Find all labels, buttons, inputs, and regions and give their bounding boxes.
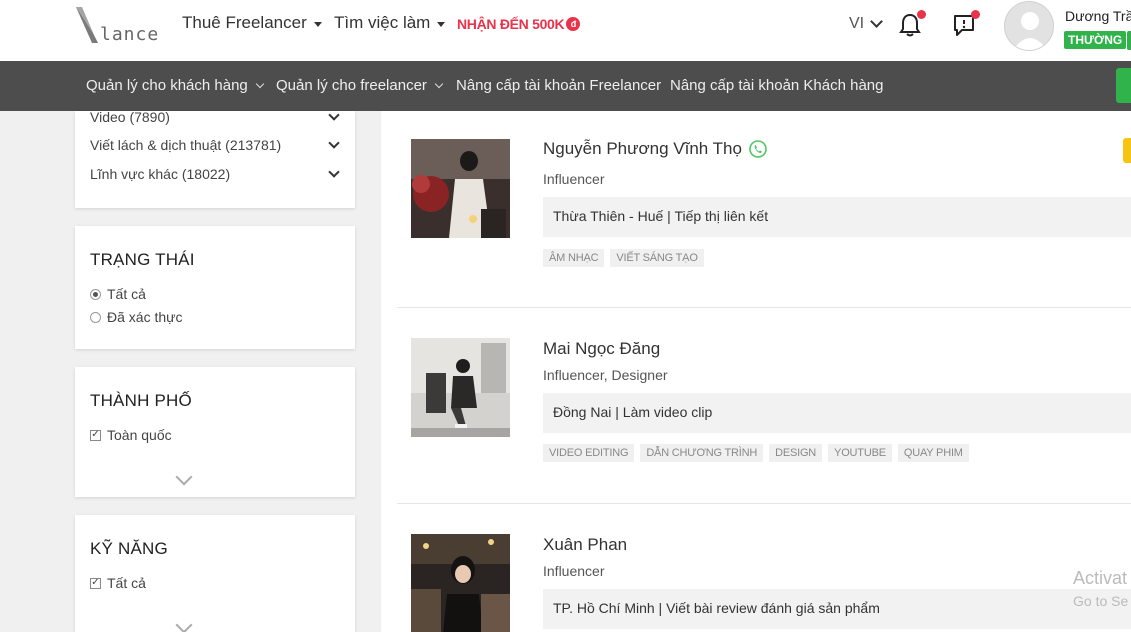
- user-placeholder-icon: [1013, 12, 1047, 50]
- dong-icon: đ: [566, 17, 581, 31]
- city-option-nationwide[interactable]: ✓ Toàn quốc: [90, 427, 172, 443]
- skills-option-all[interactable]: ✓ Tất cả: [90, 575, 146, 591]
- chevron-down-icon: [255, 79, 265, 89]
- nav-find-jobs[interactable]: Tìm việc làm: [334, 13, 446, 33]
- expand-chevron-icon[interactable]: [175, 468, 193, 486]
- top-header: lance Thuê Freelancer Tìm việc làm NHẬN …: [0, 0, 1131, 61]
- freelancer-info: TP. Hồ Chí Minh | Viết bài review đánh g…: [543, 589, 1131, 629]
- freelancer-role: Influencer: [543, 171, 605, 187]
- account-level-badge-extra: [1127, 31, 1131, 50]
- message-dot: [971, 10, 980, 19]
- freelancer-role: Influencer, Designer: [543, 367, 668, 383]
- chevron-down-icon: [328, 166, 340, 178]
- green-action-button[interactable]: [1116, 68, 1131, 103]
- freelancer-name[interactable]: Nguyễn Phương Vĩnh Thọ: [543, 139, 768, 159]
- yellow-action-button[interactable]: [1123, 138, 1131, 163]
- card-divider: [397, 307, 1131, 308]
- account-level-badge: THƯỜNG: [1064, 31, 1127, 49]
- expand-chevron-icon[interactable]: [175, 616, 193, 632]
- card-divider: [397, 503, 1131, 504]
- status-filter-panel: TRẠNG THÁI Tất cả Đã xác thực: [75, 226, 355, 349]
- subnav-freelancer-management[interactable]: Quản lý cho freelancer: [276, 77, 444, 94]
- notification-button[interactable]: [898, 10, 926, 38]
- nav-hire-freelancer[interactable]: Thuê Freelancer: [182, 13, 322, 33]
- skill-tags: ÂM NHẠC VIẾT SÁNG TẠO: [543, 249, 704, 267]
- secondary-nav-bar: Quản lý cho khách hàng Quản lý cho freel…: [0, 61, 1131, 111]
- subnav-client-management[interactable]: Quản lý cho khách hàng: [86, 77, 265, 94]
- skill-tag[interactable]: ÂM NHẠC: [543, 249, 605, 267]
- category-panel: Video (7890) Viết lách & dịch thuật (213…: [75, 109, 355, 208]
- user-name[interactable]: Dương Trầ: [1065, 8, 1131, 24]
- checkbox-checked-icon: ✓: [90, 577, 101, 589]
- checkbox-checked-icon: ✓: [90, 429, 101, 441]
- freelancer-photo[interactable]: [411, 139, 510, 238]
- windows-activation-watermark: Activat: [1073, 568, 1128, 588]
- freelancer-list: Nguyễn Phương Vĩnh Thọ Influencer Thừa T…: [381, 111, 1131, 632]
- freelancer-name[interactable]: Xuân Phan: [543, 535, 627, 555]
- status-filter-title: TRẠNG THÁI: [90, 250, 195, 269]
- category-item-writing[interactable]: Viết lách & dịch thuật (213781): [90, 137, 342, 153]
- radio-unselected-icon: [90, 311, 101, 323]
- logo-text: lance: [100, 24, 160, 45]
- skill-tag[interactable]: QUAY PHIM: [897, 444, 969, 462]
- city-filter-title: THÀNH PHỐ: [90, 391, 192, 410]
- radio-selected-icon: [90, 288, 101, 300]
- freelancer-card: Nguyễn Phương Vĩnh Thọ Influencer Thừa T…: [397, 139, 1131, 309]
- status-option-verified[interactable]: Đã xác thực: [90, 309, 183, 325]
- chevron-down-icon: [870, 15, 883, 28]
- freelancer-info: Thừa Thiên - Huế | Tiếp thị liên kết: [543, 197, 1131, 237]
- freelancer-photo[interactable]: [411, 534, 510, 632]
- chevron-down-icon: [328, 109, 340, 121]
- notification-dot: [917, 10, 926, 19]
- category-item-other[interactable]: Lĩnh vực khác (18022): [90, 166, 342, 182]
- caret-down-icon: [437, 21, 446, 27]
- status-option-all[interactable]: Tất cả: [90, 286, 146, 302]
- windows-activation-watermark-sub: Go to Se: [1073, 593, 1129, 609]
- messages-button[interactable]: [952, 10, 980, 38]
- skill-tag[interactable]: YOUTUBE: [828, 444, 892, 462]
- whatsapp-icon: [749, 140, 767, 158]
- subnav-upgrade-client[interactable]: Nâng cấp tài khoản Khách hàng: [670, 77, 884, 94]
- freelancer-card: Mai Ngọc Đăng Influencer, Designer Đồng …: [397, 338, 1131, 508]
- skills-filter-panel: KỸ NĂNG ✓ Tất cả: [75, 515, 355, 632]
- user-avatar[interactable]: [1004, 1, 1054, 51]
- city-filter-panel: THÀNH PHỐ ✓ Toàn quốc: [75, 367, 355, 497]
- skill-tag[interactable]: VIDEO EDITING: [543, 444, 635, 462]
- freelancer-role: Influencer: [543, 563, 605, 579]
- chevron-down-icon: [434, 79, 444, 89]
- skill-tag[interactable]: DẪN CHƯƠNG TRÌNH: [640, 444, 764, 462]
- skill-tag[interactable]: VIẾT SÁNG TẠO: [610, 249, 704, 267]
- freelancer-photo[interactable]: [411, 338, 510, 437]
- caret-down-icon: [313, 21, 322, 27]
- skill-tag[interactable]: DESIGN: [769, 444, 823, 462]
- freelancer-info: Đồng Nai | Làm video clip: [543, 393, 1131, 433]
- chevron-down-icon: [328, 137, 340, 149]
- category-item-video[interactable]: Video (7890): [90, 109, 342, 125]
- freelancer-card: Xuân Phan Influencer TP. Hồ Chí Minh | V…: [397, 534, 1131, 632]
- skills-filter-title: KỸ NĂNG: [90, 539, 168, 558]
- subnav-upgrade-freelancer[interactable]: Nâng cấp tài khoản Freelancer: [456, 77, 661, 94]
- freelancer-name[interactable]: Mai Ngọc Đăng: [543, 339, 660, 359]
- language-selector[interactable]: VI: [849, 15, 883, 33]
- skill-tags: VIDEO EDITING DẪN CHƯƠNG TRÌNH DESIGN YO…: [543, 444, 969, 462]
- promo-link[interactable]: NHẬN ĐẾN 500K đ: [457, 16, 581, 32]
